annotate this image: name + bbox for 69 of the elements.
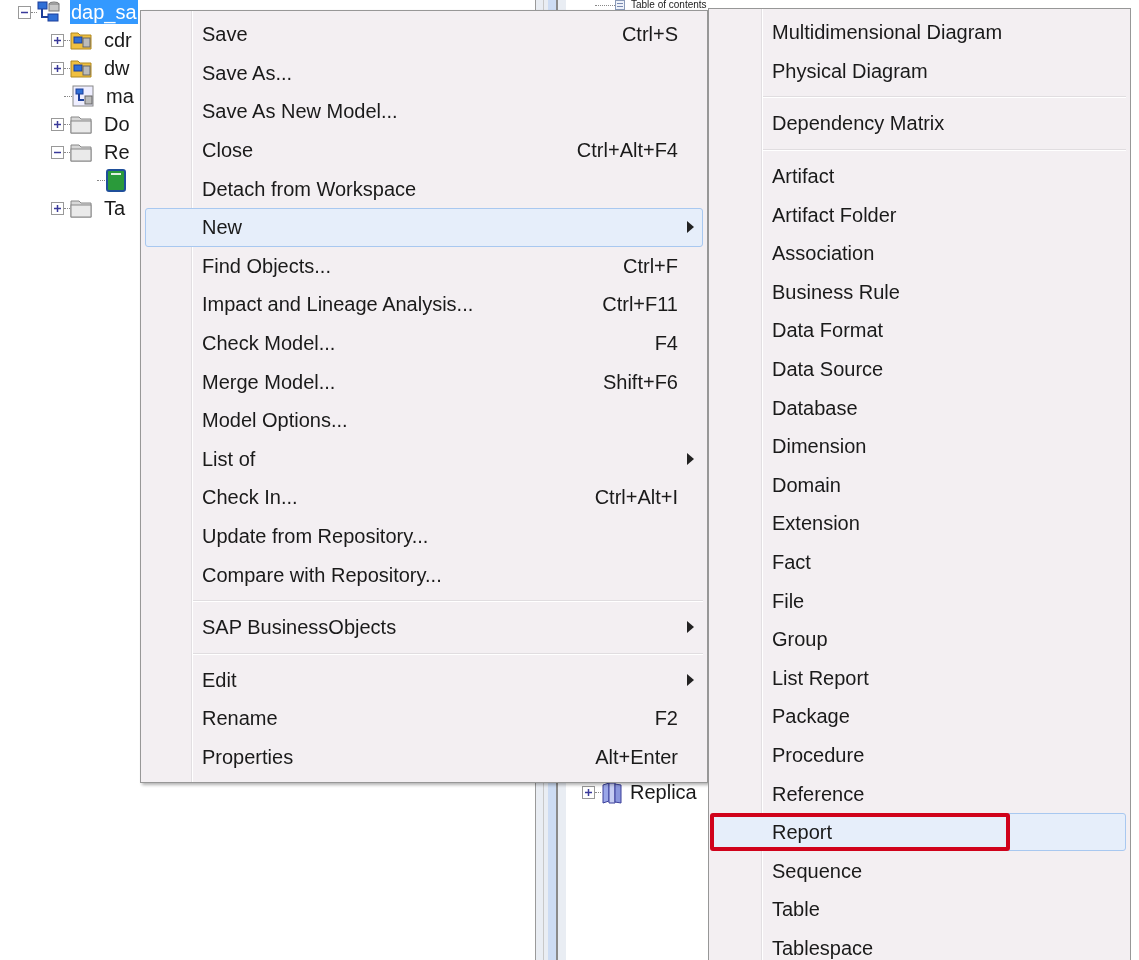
- tree-item[interactable]: Re: [103, 140, 131, 164]
- books-icon: [601, 780, 624, 804]
- shortcut-text: Ctrl+Alt+F4: [576, 138, 678, 164]
- tree-item[interactable]: cdr: [103, 28, 133, 52]
- expand-icon[interactable]: [51, 61, 64, 75]
- menu-item[interactable]: Impact and Lineage Analysis... Ctrl+F11: [145, 285, 703, 324]
- tree-item[interactable]: Replica: [630, 780, 697, 804]
- menu-item[interactable]: Save As...: [145, 53, 703, 93]
- shortcut-text: Shift+F6: [602, 369, 678, 395]
- collapse-icon[interactable]: [51, 145, 64, 159]
- model-icon: [37, 0, 60, 24]
- menu-item[interactable]: Physical Diagram: [713, 51, 1126, 91]
- menu-item[interactable]: Group: [713, 619, 1126, 659]
- shortcut-text: Ctrl+F: [623, 253, 678, 279]
- menu-item[interactable]: Compare with Repository...: [145, 555, 703, 594]
- expand-icon[interactable]: [51, 33, 64, 47]
- menu-item[interactable]: Domain: [713, 465, 1126, 505]
- tree-item[interactable]: dw: [103, 56, 131, 80]
- menu-item[interactable]: Reference: [713, 774, 1126, 813]
- shortcut-text: F2: [654, 706, 678, 732]
- collapse-icon[interactable]: [18, 5, 31, 19]
- menu-item[interactable]: Business Rule: [713, 272, 1126, 312]
- menu-item[interactable]: Data Format: [713, 311, 1126, 350]
- menu-item[interactable]: Data Source: [713, 349, 1126, 389]
- shortcut-text: Ctrl+S: [621, 22, 678, 48]
- book-icon: [105, 168, 128, 192]
- menu-item[interactable]: Package: [713, 697, 1126, 736]
- menu-item[interactable]: File: [713, 581, 1126, 620]
- menu-item[interactable]: Update from Repository...: [145, 516, 703, 556]
- menu-item[interactable]: Dimension: [713, 426, 1126, 466]
- menu-item[interactable]: List of: [145, 439, 703, 479]
- menu-item[interactable]: List Report: [713, 658, 1126, 698]
- menu-item[interactable]: Close Ctrl+Alt+F4: [145, 130, 703, 170]
- menu-item[interactable]: New: [145, 207, 703, 247]
- menu-item[interactable]: Artifact: [713, 156, 1126, 196]
- menu-item[interactable]: Tablespace: [713, 928, 1126, 960]
- menu-item[interactable]: Merge Model... Shift+F6: [145, 362, 703, 401]
- menu-item[interactable]: Check Model... F4: [145, 323, 703, 363]
- menu-item[interactable]: Fact: [713, 542, 1126, 582]
- menu-item[interactable]: Procedure: [713, 735, 1126, 775]
- menu-item[interactable]: Detach from Workspace: [145, 169, 703, 208]
- tree-item[interactable]: Ta: [103, 196, 127, 220]
- menu-item[interactable]: Save Ctrl+S: [145, 15, 703, 54]
- menu-item[interactable]: Multidimensional Diagram: [713, 13, 1126, 52]
- shortcut-text: F4: [654, 331, 678, 357]
- menu-item[interactable]: SAP BusinessObjects: [145, 607, 703, 647]
- menu-item[interactable]: Check In... Ctrl+Alt+I: [145, 478, 703, 517]
- shortcut-text: Ctrl+F11: [602, 292, 678, 318]
- menu-item[interactable]: Properties Alt+Enter: [145, 737, 703, 777]
- menu-item[interactable]: Model Options...: [145, 400, 703, 440]
- expand-icon[interactable]: [582, 785, 595, 799]
- menu-item[interactable]: Find Objects... Ctrl+F: [145, 246, 703, 286]
- tree-item[interactable]: Table of contents: [631, 0, 707, 10]
- tree-item[interactable]: ma: [105, 84, 135, 108]
- menu-item[interactable]: Rename F2: [145, 699, 703, 738]
- expand-icon[interactable]: [51, 201, 64, 215]
- menu-item[interactable]: Save As New Model...: [145, 92, 703, 131]
- expand-icon[interactable]: [51, 117, 64, 131]
- tree-item[interactable]: Do: [103, 112, 131, 136]
- menu-item[interactable]: Artifact Folder: [713, 195, 1126, 234]
- menu-item[interactable]: Sequence: [713, 851, 1126, 891]
- menu-item[interactable]: Edit: [145, 660, 703, 700]
- menu-item[interactable]: Dependency Matrix: [713, 104, 1126, 143]
- menu-item[interactable]: Extension: [713, 504, 1126, 543]
- menu-item[interactable]: Database: [713, 388, 1126, 427]
- shortcut-text: Alt+Enter: [595, 745, 678, 770]
- menu-item[interactable]: Table: [713, 890, 1126, 929]
- menu-item[interactable]: Association: [713, 233, 1126, 273]
- shortcut-text: Ctrl+Alt+I: [594, 485, 678, 511]
